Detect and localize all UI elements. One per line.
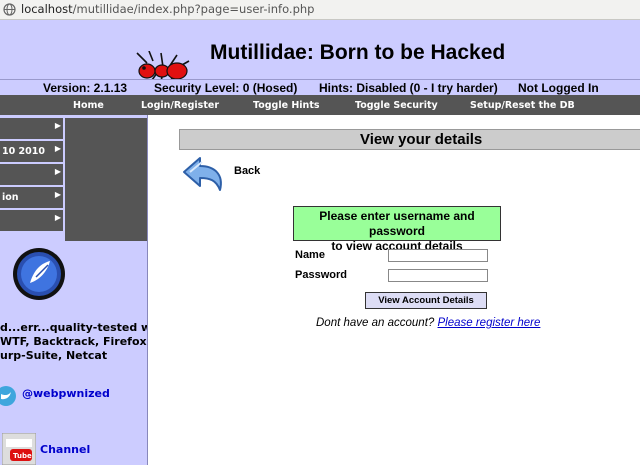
sidebar-item-3[interactable]: ▶: [0, 164, 63, 187]
arrow-right-icon: ▶: [54, 144, 61, 153]
name-label: Name: [295, 249, 325, 261]
arrow-right-icon: ▶: [54, 167, 61, 176]
version-text: Version: 2.1.13: [43, 81, 128, 95]
view-account-details-button[interactable]: View Account Details: [365, 292, 487, 309]
sidebar-item-1[interactable]: ▶: [0, 118, 63, 141]
svg-text:Tube: Tube: [13, 452, 32, 460]
password-input[interactable]: [388, 269, 488, 282]
security-level-text: Security Level: 0 (Hosed): [154, 81, 298, 95]
sidebar-item-2[interactable]: 10 2010 ▶: [0, 141, 63, 164]
arrow-right-icon: ▶: [54, 121, 61, 130]
youtube-icon[interactable]: Tube: [2, 433, 36, 465]
name-input[interactable]: [388, 249, 488, 262]
register-link[interactable]: Please register here: [437, 317, 540, 329]
url-text: localhost/mutillidae/index.php?page=user…: [21, 2, 315, 16]
instructions-box: Please enter username and password to vi…: [293, 206, 501, 253]
sidebar-item-4[interactable]: ion ▶: [0, 187, 63, 210]
top-menu: Home Login/Register Toggle Hints Toggle …: [0, 95, 640, 115]
sidebar-menu: ▶ 10 2010 ▶ ▶ ion ▶ ▶: [0, 118, 63, 233]
hints-text: Hints: Disabled (0 - I try harder): [319, 81, 498, 95]
menu-toggle-security[interactable]: Toggle Security: [355, 100, 438, 111]
password-label: Password: [295, 269, 347, 281]
sidebar-menu-background: [65, 118, 147, 241]
site-banner: Mutillidae: Born to be Hacked: [0, 20, 640, 90]
twitter-link[interactable]: @webpwnized: [22, 387, 110, 400]
menu-home[interactable]: Home: [73, 100, 104, 111]
arrow-right-icon: ▶: [54, 190, 61, 199]
menu-setup-reset-db[interactable]: Setup/Reset the DB: [470, 100, 575, 111]
back-link[interactable]: Back: [234, 165, 260, 177]
sidebar-item-5[interactable]: ▶: [0, 210, 63, 233]
back-arrow-icon[interactable]: [180, 154, 226, 194]
site-title: Mutillidae: Born to be Hacked: [210, 41, 506, 64]
youtube-channel-link[interactable]: Channel: [40, 443, 90, 456]
left-sidebar: ▶ 10 2010 ▶ ▶ ion ▶ ▶ d...err...quality-te…: [0, 115, 148, 465]
twitter-icon[interactable]: [0, 384, 18, 408]
browser-url-bar[interactable]: localhost/mutillidae/index.php?page=user…: [0, 0, 640, 20]
globe-icon: [3, 3, 16, 16]
page-title-bar: View your details: [179, 129, 640, 150]
status-bar: Version: 2.1.13 Security Level: 0 (Hosed…: [0, 79, 640, 95]
login-status-text: Not Logged In: [518, 81, 599, 95]
menu-login-register[interactable]: Login/Register: [141, 100, 219, 111]
register-prompt: Dont have an account? Please register he…: [316, 317, 541, 329]
owasp-logo-icon[interactable]: [12, 247, 66, 301]
arrow-right-icon: ▶: [54, 213, 61, 222]
page-title: View your details: [360, 131, 483, 148]
menu-toggle-hints[interactable]: Toggle Hints: [253, 100, 320, 111]
promo-text: d...err...quality-tested with WTF, Backt…: [0, 321, 148, 362]
